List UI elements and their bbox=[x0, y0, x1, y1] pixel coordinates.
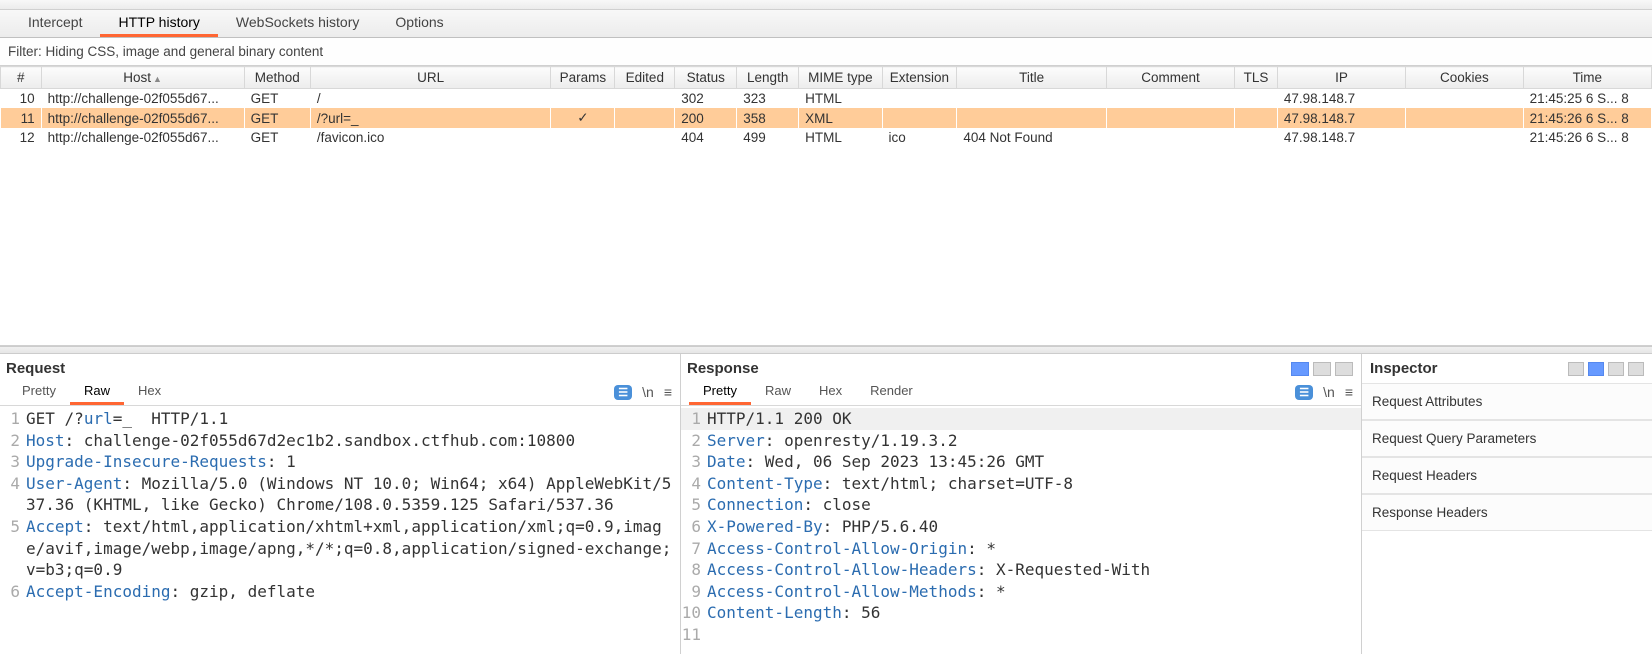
line-number: 5 bbox=[681, 494, 707, 516]
code-line: Access-Control-Allow-Methods: * bbox=[707, 581, 1361, 603]
line-number: 1 bbox=[681, 408, 707, 430]
line-number: 11 bbox=[681, 624, 707, 646]
layout-split-icon[interactable] bbox=[1291, 362, 1309, 376]
code-line: GET /?url=_ HTTP/1.1 bbox=[26, 408, 680, 430]
inspector-pane: Inspector Request AttributesRequest Quer… bbox=[1362, 354, 1652, 654]
res-tab-raw[interactable]: Raw bbox=[751, 379, 805, 405]
request-pane: Request Pretty Raw Hex ☰ \n ≡ 1GET /?url… bbox=[0, 354, 681, 654]
col-length[interactable]: Length bbox=[737, 67, 799, 89]
sort-asc-icon: ▲ bbox=[153, 74, 162, 84]
line-number: 5 bbox=[0, 516, 26, 581]
code-line: User-Agent: Mozilla/5.0 (Windows NT 10.0… bbox=[26, 473, 680, 516]
col-url[interactable]: URL bbox=[310, 67, 550, 89]
col-params[interactable]: Params bbox=[551, 67, 615, 89]
col-mime[interactable]: MIME type bbox=[799, 67, 882, 89]
line-number: 10 bbox=[681, 602, 707, 624]
col-comment[interactable]: Comment bbox=[1106, 67, 1234, 89]
newline-toggle[interactable]: \n bbox=[1323, 384, 1335, 400]
inspector-settings-icon[interactable] bbox=[1628, 362, 1644, 376]
line-number: 4 bbox=[681, 473, 707, 495]
code-line: Connection: close bbox=[707, 494, 1361, 516]
history-table: # Host▲ Method URL Params Edited Status … bbox=[0, 66, 1652, 147]
inspector-section[interactable]: Request Headers bbox=[1362, 457, 1652, 494]
tab-intercept[interactable]: Intercept bbox=[10, 10, 100, 37]
col-ip[interactable]: IP bbox=[1277, 67, 1405, 89]
code-line: Host: challenge-02f055d67d2ec1b2.sandbox… bbox=[26, 430, 680, 452]
pane-splitter[interactable] bbox=[0, 346, 1652, 354]
res-tab-render[interactable]: Render bbox=[856, 379, 927, 405]
history-header-row: # Host▲ Method URL Params Edited Status … bbox=[1, 67, 1652, 89]
code-line: Content-Type: text/html; charset=UTF-8 bbox=[707, 473, 1361, 495]
line-number: 3 bbox=[681, 451, 707, 473]
code-line: Upgrade-Insecure-Requests: 1 bbox=[26, 451, 680, 473]
col-host[interactable]: Host▲ bbox=[41, 67, 244, 89]
actions-icon[interactable]: ☰ bbox=[614, 385, 632, 400]
inspector-section[interactable]: Request Attributes bbox=[1362, 383, 1652, 420]
line-number: 8 bbox=[681, 559, 707, 581]
inspector-title: Inspector bbox=[1370, 360, 1438, 377]
response-body[interactable]: 1HTTP/1.1 200 OK2Server: openresty/1.19.… bbox=[681, 406, 1361, 654]
code-line: Accept-Encoding: gzip, deflate bbox=[26, 581, 680, 603]
table-row[interactable]: 12http://challenge-02f055d67...GET/favic… bbox=[1, 128, 1652, 147]
request-body[interactable]: 1GET /?url=_ HTTP/1.12Host: challenge-02… bbox=[0, 406, 680, 654]
table-row[interactable]: 10http://challenge-02f055d67...GET/30232… bbox=[1, 89, 1652, 109]
inspector-layout-2-icon[interactable] bbox=[1588, 362, 1604, 376]
code-line: Access-Control-Allow-Headers: X-Requeste… bbox=[707, 559, 1361, 581]
col-status[interactable]: Status bbox=[675, 67, 737, 89]
layout-icons bbox=[1291, 362, 1353, 376]
inspector-section[interactable]: Request Query Parameters bbox=[1362, 420, 1652, 457]
tab-options[interactable]: Options bbox=[377, 10, 461, 37]
bottom-pane: Request Pretty Raw Hex ☰ \n ≡ 1GET /?url… bbox=[0, 354, 1652, 654]
col-cookies[interactable]: Cookies bbox=[1406, 67, 1524, 89]
history-table-area: # Host▲ Method URL Params Edited Status … bbox=[0, 66, 1652, 346]
line-number: 9 bbox=[681, 581, 707, 603]
line-number: 6 bbox=[681, 516, 707, 538]
hamburger-icon[interactable]: ≡ bbox=[664, 384, 672, 400]
response-title: Response bbox=[687, 360, 759, 377]
code-line: X-Powered-By: PHP/5.6.40 bbox=[707, 516, 1361, 538]
code-line: Content-Length: 56 bbox=[707, 602, 1361, 624]
line-number: 4 bbox=[0, 473, 26, 516]
response-pane: Response Pretty Raw Hex Render ☰ \n ≡ 1H… bbox=[681, 354, 1362, 654]
tab-websockets-history[interactable]: WebSockets history bbox=[218, 10, 377, 37]
newline-toggle[interactable]: \n bbox=[642, 384, 654, 400]
col-edited[interactable]: Edited bbox=[615, 67, 675, 89]
request-title: Request bbox=[6, 360, 65, 377]
inspector-section[interactable]: Response Headers bbox=[1362, 494, 1652, 531]
col-title[interactable]: Title bbox=[957, 67, 1107, 89]
layout-stack-icon[interactable] bbox=[1313, 362, 1331, 376]
code-line: Accept: text/html,application/xhtml+xml,… bbox=[26, 516, 680, 581]
line-number: 2 bbox=[681, 430, 707, 452]
req-tab-pretty[interactable]: Pretty bbox=[8, 379, 70, 405]
line-number: 7 bbox=[681, 538, 707, 560]
filter-bar[interactable]: Filter: Hiding CSS, image and general bi… bbox=[0, 38, 1652, 66]
req-tab-raw[interactable]: Raw bbox=[70, 379, 124, 405]
col-tls[interactable]: TLS bbox=[1235, 67, 1278, 89]
col-num[interactable]: # bbox=[1, 67, 42, 89]
code-line: Access-Control-Allow-Origin: * bbox=[707, 538, 1361, 560]
inspector-collapse-icon[interactable] bbox=[1608, 362, 1624, 376]
code-line bbox=[707, 624, 1361, 646]
line-number: 6 bbox=[0, 581, 26, 603]
col-method[interactable]: Method bbox=[244, 67, 310, 89]
proxy-tabs: Intercept HTTP history WebSockets histor… bbox=[0, 10, 1652, 38]
line-number: 2 bbox=[0, 430, 26, 452]
res-tab-hex[interactable]: Hex bbox=[805, 379, 856, 405]
req-tab-hex[interactable]: Hex bbox=[124, 379, 175, 405]
line-number: 1 bbox=[0, 408, 26, 430]
line-number: 3 bbox=[0, 451, 26, 473]
table-row[interactable]: 11http://challenge-02f055d67...GET/?url=… bbox=[1, 108, 1652, 128]
window-top-bar bbox=[0, 0, 1652, 10]
inspector-layout-1-icon[interactable] bbox=[1568, 362, 1584, 376]
hamburger-icon[interactable]: ≡ bbox=[1345, 384, 1353, 400]
tab-http-history[interactable]: HTTP history bbox=[100, 10, 217, 37]
res-tab-pretty[interactable]: Pretty bbox=[689, 379, 751, 405]
col-time[interactable]: Time bbox=[1523, 67, 1651, 89]
layout-tabs-icon[interactable] bbox=[1335, 362, 1353, 376]
code-line: HTTP/1.1 200 OK bbox=[707, 408, 1361, 430]
code-line: Date: Wed, 06 Sep 2023 13:45:26 GMT bbox=[707, 451, 1361, 473]
code-line: Server: openresty/1.19.3.2 bbox=[707, 430, 1361, 452]
actions-icon[interactable]: ☰ bbox=[1295, 385, 1313, 400]
col-extension[interactable]: Extension bbox=[882, 67, 957, 89]
